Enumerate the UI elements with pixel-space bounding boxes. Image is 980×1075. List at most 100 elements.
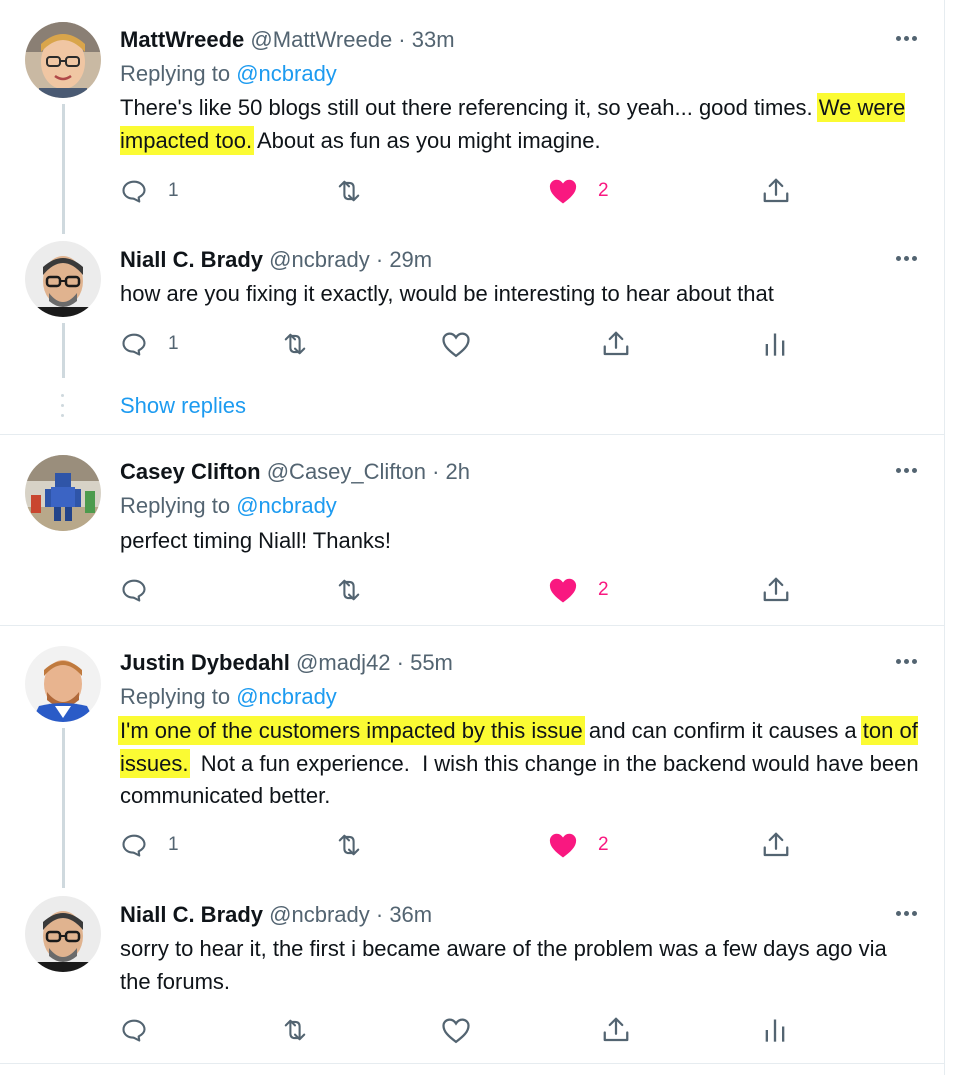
more-icon[interactable] [888, 901, 924, 925]
more-icon[interactable] [888, 246, 924, 270]
author-name[interactable]: Casey Clifton [120, 459, 261, 484]
tweet-text: I'm one of the customers impacted by thi… [120, 715, 920, 813]
heart-filled-icon [549, 179, 577, 204]
author-meta[interactable]: @madj42 · 55m [296, 650, 453, 675]
heart-icon [442, 1018, 470, 1044]
avatar[interactable] [25, 646, 101, 722]
like-button[interactable]: 2 [548, 575, 609, 605]
replying-to: Replying to @ncbrady [120, 683, 337, 711]
analytics-button[interactable] [762, 329, 788, 359]
author-meta[interactable]: @Casey_Clifton · 2h [267, 459, 470, 484]
like-button[interactable] [441, 1015, 471, 1045]
retweet-icon [284, 333, 306, 355]
heart-filled-icon [549, 833, 577, 858]
separator [0, 1063, 944, 1064]
right-border [944, 0, 945, 1075]
replying-handle-link[interactable]: @ncbrady [236, 684, 337, 709]
tweet-header: MattWreede @MattWreede · 33m [120, 26, 455, 54]
replying-prefix: Replying to [120, 493, 231, 518]
text-part: Not a fun experience. I wish this change… [120, 750, 925, 809]
reply-count: 1 [168, 834, 179, 855]
replying-prefix: Replying to [120, 684, 231, 709]
replying-handle-link[interactable]: @ncbrady [236, 61, 337, 86]
avatar[interactable] [25, 241, 101, 317]
share-button[interactable] [601, 329, 631, 359]
separator [0, 434, 944, 435]
tweet-header: Justin Dybedahl @madj42 · 55m [120, 649, 453, 677]
share-icon [763, 577, 789, 602]
share-icon [603, 1017, 629, 1042]
reply-button[interactable] [120, 575, 148, 605]
show-replies-link[interactable]: Show replies [120, 393, 246, 419]
retweet-icon [338, 579, 360, 601]
tweet-header: Niall C. Brady @ncbrady · 36m [120, 901, 432, 929]
tweet-header: Casey Clifton @Casey_Clifton · 2h [120, 458, 470, 486]
replying-prefix: Replying to [120, 61, 231, 86]
thread-continuation-dots [61, 394, 65, 420]
author-name[interactable]: MattWreede [120, 27, 244, 52]
author-meta[interactable]: @ncbrady · 29m [269, 247, 432, 272]
retweet-button[interactable] [280, 1015, 310, 1045]
like-button[interactable]: 2 [548, 176, 609, 206]
analytics-icon [765, 1019, 785, 1042]
like-button[interactable] [441, 329, 471, 359]
separator [0, 625, 944, 626]
avatar[interactable] [25, 455, 101, 531]
reply-icon [122, 333, 146, 356]
reply-button[interactable]: 1 [120, 830, 179, 860]
share-button[interactable] [601, 1015, 631, 1045]
more-icon[interactable] [888, 26, 924, 50]
share-button[interactable] [761, 176, 791, 206]
reply-icon [122, 180, 146, 203]
text-part: and can confirm it causes a [582, 718, 863, 743]
replying-handle-link[interactable]: @ncbrady [236, 493, 337, 518]
author-meta[interactable]: @MattWreede · 33m [250, 27, 454, 52]
retweet-icon [284, 1019, 306, 1041]
reply-count: 1 [168, 180, 179, 201]
reply-count: 1 [168, 333, 179, 354]
author-name[interactable]: Justin Dybedahl [120, 650, 290, 675]
tweet-text: how are you fixing it exactly, would be … [120, 281, 774, 306]
retweet-icon [338, 180, 360, 202]
share-icon [603, 331, 629, 356]
analytics-icon [765, 333, 785, 356]
thread-line [62, 728, 65, 888]
tweet-text: perfect timing Niall! Thanks! [120, 528, 392, 553]
more-icon[interactable] [888, 649, 924, 673]
more-icon[interactable] [888, 458, 924, 482]
author-meta[interactable]: @ncbrady · 36m [269, 902, 432, 927]
avatar[interactable] [25, 896, 101, 972]
replying-to: Replying to @ncbrady [120, 492, 337, 520]
reply-icon [122, 1019, 146, 1042]
avatar[interactable] [25, 22, 101, 98]
reply-button[interactable] [120, 1015, 148, 1045]
text-part: There's like 50 blogs still out there re… [120, 95, 819, 120]
reply-button[interactable]: 1 [120, 329, 179, 359]
tweet-header: Niall C. Brady @ncbrady · 29m [120, 246, 432, 274]
reply-icon [122, 579, 146, 602]
share-button[interactable] [761, 830, 791, 860]
retweet-icon [338, 834, 360, 856]
like-count: 2 [598, 834, 609, 855]
author-name[interactable]: Niall C. Brady [120, 902, 263, 927]
share-icon [763, 178, 789, 203]
heart-filled-icon [549, 578, 577, 603]
heart-icon [442, 332, 470, 358]
retweet-button[interactable] [334, 575, 364, 605]
retweet-button[interactable] [280, 329, 310, 359]
thread-line [62, 323, 65, 378]
retweet-button[interactable] [334, 176, 364, 206]
reply-button[interactable]: 1 [120, 176, 179, 206]
highlighted-text: I'm one of the customers impacted by thi… [120, 718, 583, 743]
author-name[interactable]: Niall C. Brady [120, 247, 263, 272]
share-icon [763, 832, 789, 857]
tweet-text: There's like 50 blogs still out there re… [120, 92, 920, 157]
like-count: 2 [598, 180, 609, 201]
analytics-button[interactable] [762, 1015, 788, 1045]
retweet-button[interactable] [334, 830, 364, 860]
thread-line [62, 104, 65, 234]
tweet-text: sorry to hear it, the first i became awa… [120, 936, 887, 994]
share-button[interactable] [761, 575, 791, 605]
replying-to: Replying to @ncbrady [120, 60, 337, 88]
like-button[interactable]: 2 [548, 830, 609, 860]
